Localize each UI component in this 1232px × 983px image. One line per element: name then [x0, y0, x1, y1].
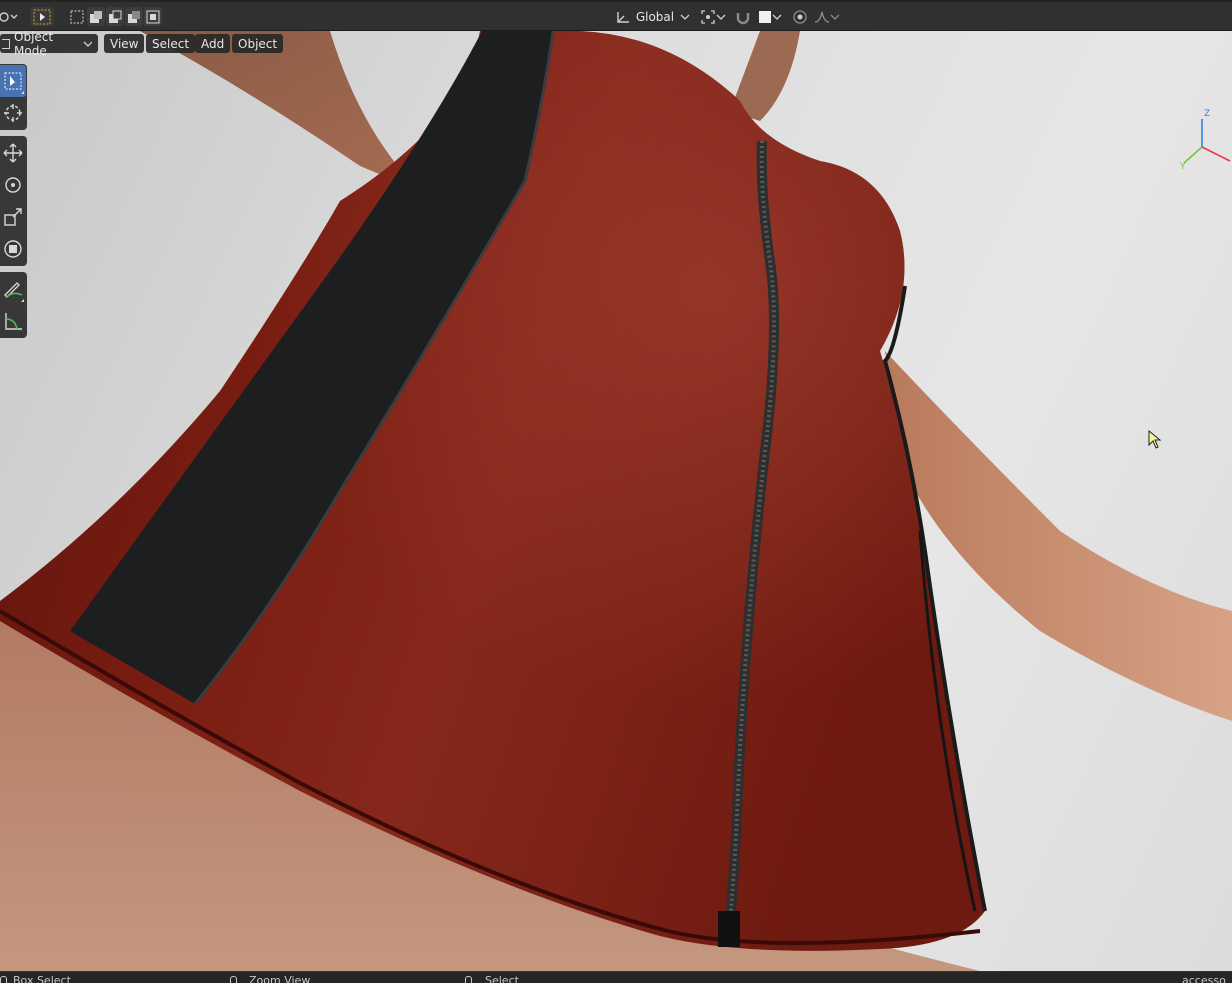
- mouse-middle-icon: [230, 976, 237, 983]
- status-middle-hint: Zoom View: [249, 974, 311, 983]
- chevron-down-icon: [83, 41, 93, 47]
- move-icon: [3, 143, 23, 163]
- measure-icon: [5, 313, 22, 330]
- object-mode-icon: [2, 38, 11, 49]
- editor-type-icon: [0, 11, 18, 22]
- blender-window: Global Object Mode View Select Add Objec…: [0, 0, 1232, 983]
- annotate-icon: [4, 282, 23, 298]
- left-shoulder: [130, 31, 420, 191]
- tool-variants-indicator: [21, 91, 24, 94]
- move-tool[interactable]: [0, 137, 26, 169]
- tool-group-transform: [0, 136, 27, 266]
- snap-toggle[interactable]: [733, 7, 753, 26]
- rotate-icon: [5, 177, 21, 193]
- orientation-label: Global: [635, 9, 675, 24]
- chevron-down-icon: [830, 14, 840, 20]
- chevron-down-icon: [772, 14, 782, 20]
- select-mode-intersect[interactable]: [144, 7, 162, 26]
- select-box-icon: [4, 72, 22, 90]
- measure-tool[interactable]: [0, 305, 26, 337]
- proportional-edit-toggle[interactable]: [790, 7, 810, 26]
- gizmo-z-label: Z: [1204, 109, 1210, 119]
- snap-target-dropdown[interactable]: [755, 7, 785, 26]
- scale-tool[interactable]: [0, 201, 26, 233]
- orientation-axes-icon: [617, 11, 629, 23]
- menu-select-label: Select: [152, 36, 190, 51]
- select-subtract-icon: [109, 10, 122, 23]
- cursor-icon: [4, 104, 22, 122]
- pivot-point-dropdown[interactable]: [698, 7, 728, 26]
- tool-shelf: [0, 64, 27, 344]
- pivot-icon: [701, 9, 715, 24]
- tool-group-select: [0, 64, 27, 130]
- rotate-tool[interactable]: [0, 169, 26, 201]
- 3d-viewport[interactable]: Object Mode View Select Add Object Z Y: [0, 31, 1232, 971]
- editor-type-button[interactable]: [0, 7, 18, 26]
- menu-add-label: Add: [201, 36, 225, 51]
- select-tool-toggle[interactable]: [30, 7, 54, 26]
- menu-object[interactable]: Object: [232, 34, 284, 53]
- menu-view-label: View: [110, 36, 139, 51]
- falloff-curve-icon: [814, 11, 830, 23]
- rendered-scene: [0, 31, 1232, 971]
- transform-icon: [4, 240, 22, 258]
- tool-cursor-icon: [33, 9, 51, 24]
- zipper-pull: [718, 911, 740, 947]
- select-box-tool[interactable]: [0, 65, 26, 97]
- tool-group-annotate: [0, 272, 27, 338]
- select-mode-invert[interactable]: [125, 7, 143, 26]
- mouse-right-icon: [465, 976, 472, 983]
- object-mode-dropdown[interactable]: Object Mode: [0, 31, 98, 58]
- transform-tool[interactable]: [0, 233, 26, 265]
- menu-select[interactable]: Select: [146, 34, 196, 53]
- box-select-new-icon: [70, 10, 84, 23]
- status-scene-info: accesso: [1182, 974, 1226, 983]
- magnet-icon: [736, 12, 750, 24]
- select-mode-subtract[interactable]: [106, 7, 124, 26]
- chevron-down-icon: [716, 14, 726, 20]
- header-top-border: [0, 0, 1232, 2]
- mouse-pointer-icon: [1148, 430, 1162, 449]
- status-left-hint: Box Select: [13, 974, 71, 983]
- annotate-tool[interactable]: [0, 273, 26, 305]
- transform-orientation-dropdown[interactable]: Global: [612, 7, 690, 26]
- viewport-header: Global: [0, 0, 1232, 31]
- select-mode-set[interactable]: [67, 7, 87, 26]
- proportional-falloff-dropdown[interactable]: [812, 7, 842, 26]
- mouse-left-icon: [0, 976, 7, 983]
- chevron-down-icon: [680, 14, 690, 20]
- menu-object-label: Object: [238, 36, 278, 51]
- object-mode-label: Object Mode: [14, 31, 54, 58]
- select-intersect-icon: [146, 10, 160, 23]
- proportional-edit-icon: [793, 9, 807, 24]
- gizmo-y-label: Y: [1179, 162, 1186, 172]
- scale-icon: [4, 208, 22, 226]
- tool-variants-indicator: [21, 299, 24, 302]
- status-right-hint: Select: [485, 974, 519, 983]
- menu-add[interactable]: Add: [195, 34, 231, 53]
- axis-gizmo[interactable]: Z Y: [1172, 105, 1232, 175]
- menu-view[interactable]: View: [104, 34, 145, 53]
- select-invert-icon: [128, 10, 140, 23]
- select-extend-icon: [90, 10, 102, 23]
- select-mode-extend[interactable]: [87, 7, 105, 26]
- status-bar: Box Select Zoom View Select accesso: [0, 971, 1232, 983]
- cursor-tool[interactable]: [0, 97, 26, 129]
- snap-increment-icon: [759, 10, 771, 23]
